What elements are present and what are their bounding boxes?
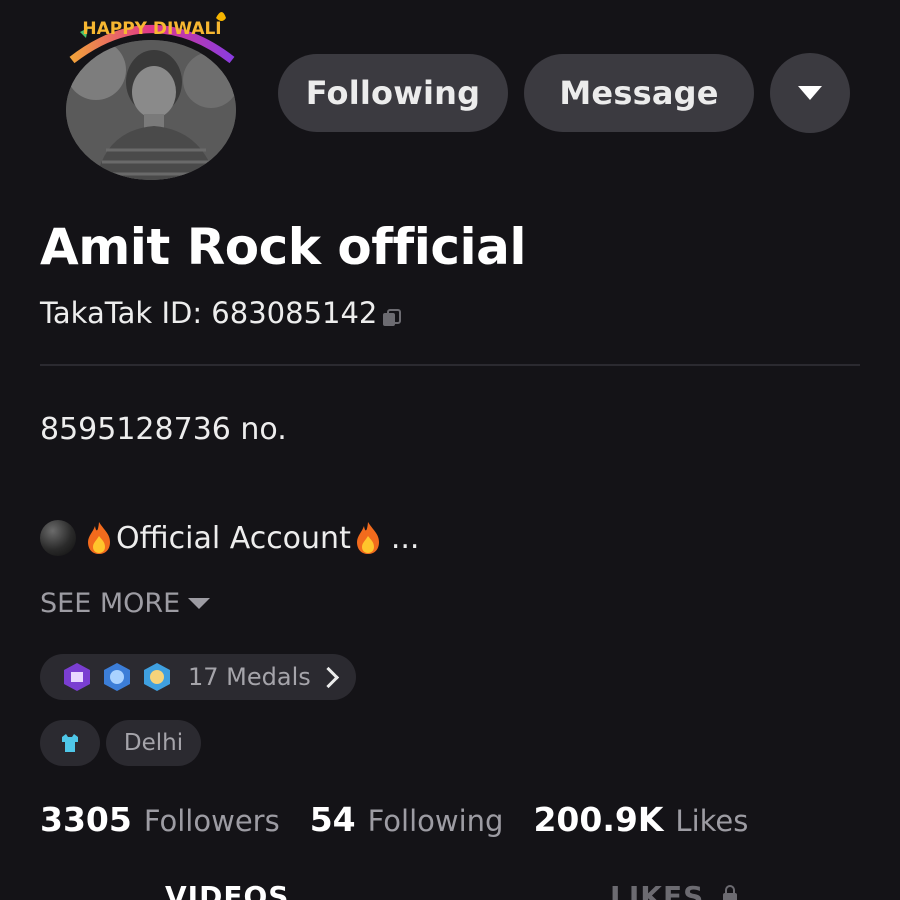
caret-down-icon (798, 86, 822, 100)
divider (40, 364, 860, 366)
likes-label[interactable]: Likes (675, 804, 748, 838)
takatak-id-text: TakaTak ID: 683085142 (40, 296, 378, 330)
medal-icon (64, 663, 90, 691)
chevron-right-icon (317, 666, 339, 688)
bio-phone-line: 8595128736 no. (40, 412, 287, 447)
tab-likes[interactable]: LIKES (610, 880, 739, 900)
takatak-id-row: TakaTak ID: 683085142 (40, 296, 403, 330)
bio-official-text: Official Account (116, 520, 351, 556)
tab-likes-label: LIKES (610, 880, 705, 900)
following-button-label: Following (305, 74, 481, 112)
message-button-label: Message (559, 74, 719, 112)
medals-button[interactable]: 17 Medals (40, 654, 356, 700)
profile-name: Amit Rock official (40, 218, 527, 276)
more-options-button[interactable] (770, 53, 850, 133)
diwali-frame-text: HAPPY DIWALI (82, 19, 221, 39)
bio-ellipsis: ... (390, 520, 420, 556)
black-circle-emoji-icon (40, 520, 76, 556)
copy-icon[interactable] (381, 302, 403, 326)
caret-down-icon (188, 598, 211, 609)
medals-count-label: 17 Medals (188, 663, 311, 691)
likes-count[interactable]: 200.9K (533, 800, 663, 839)
message-button[interactable]: Message (524, 54, 754, 132)
lock-icon (723, 885, 737, 900)
following-button[interactable]: Following (278, 54, 508, 132)
profile-stats: 3305 Followers 54 Following 200.9K Likes (40, 800, 778, 839)
medal-icon (144, 663, 170, 691)
avatar-container[interactable]: HAPPY DIWALI (66, 12, 238, 180)
following-label[interactable]: Following (368, 804, 504, 838)
bio-official-line: Official Account ... (40, 520, 419, 556)
see-more-label: SEE MORE (40, 588, 181, 619)
location-label: Delhi (123, 730, 184, 756)
profile-page: HAPPY DIWALI Following Message Amit Rock… (0, 0, 900, 900)
see-more-toggle[interactable]: SEE MORE (40, 588, 211, 619)
fire-emoji-icon (356, 522, 379, 554)
location-tag[interactable]: Delhi (106, 720, 201, 766)
gender-tag[interactable] (40, 720, 100, 766)
diwali-frame-badge: HAPPY DIWALI (66, 2, 238, 72)
followers-label[interactable]: Followers (144, 804, 280, 838)
shirt-icon (62, 734, 78, 752)
tab-videos[interactable]: VIDEOS (165, 880, 289, 900)
followers-count[interactable]: 3305 (40, 800, 132, 839)
fire-emoji-icon (88, 522, 110, 554)
following-count[interactable]: 54 (310, 800, 356, 839)
medal-icon (104, 663, 130, 691)
